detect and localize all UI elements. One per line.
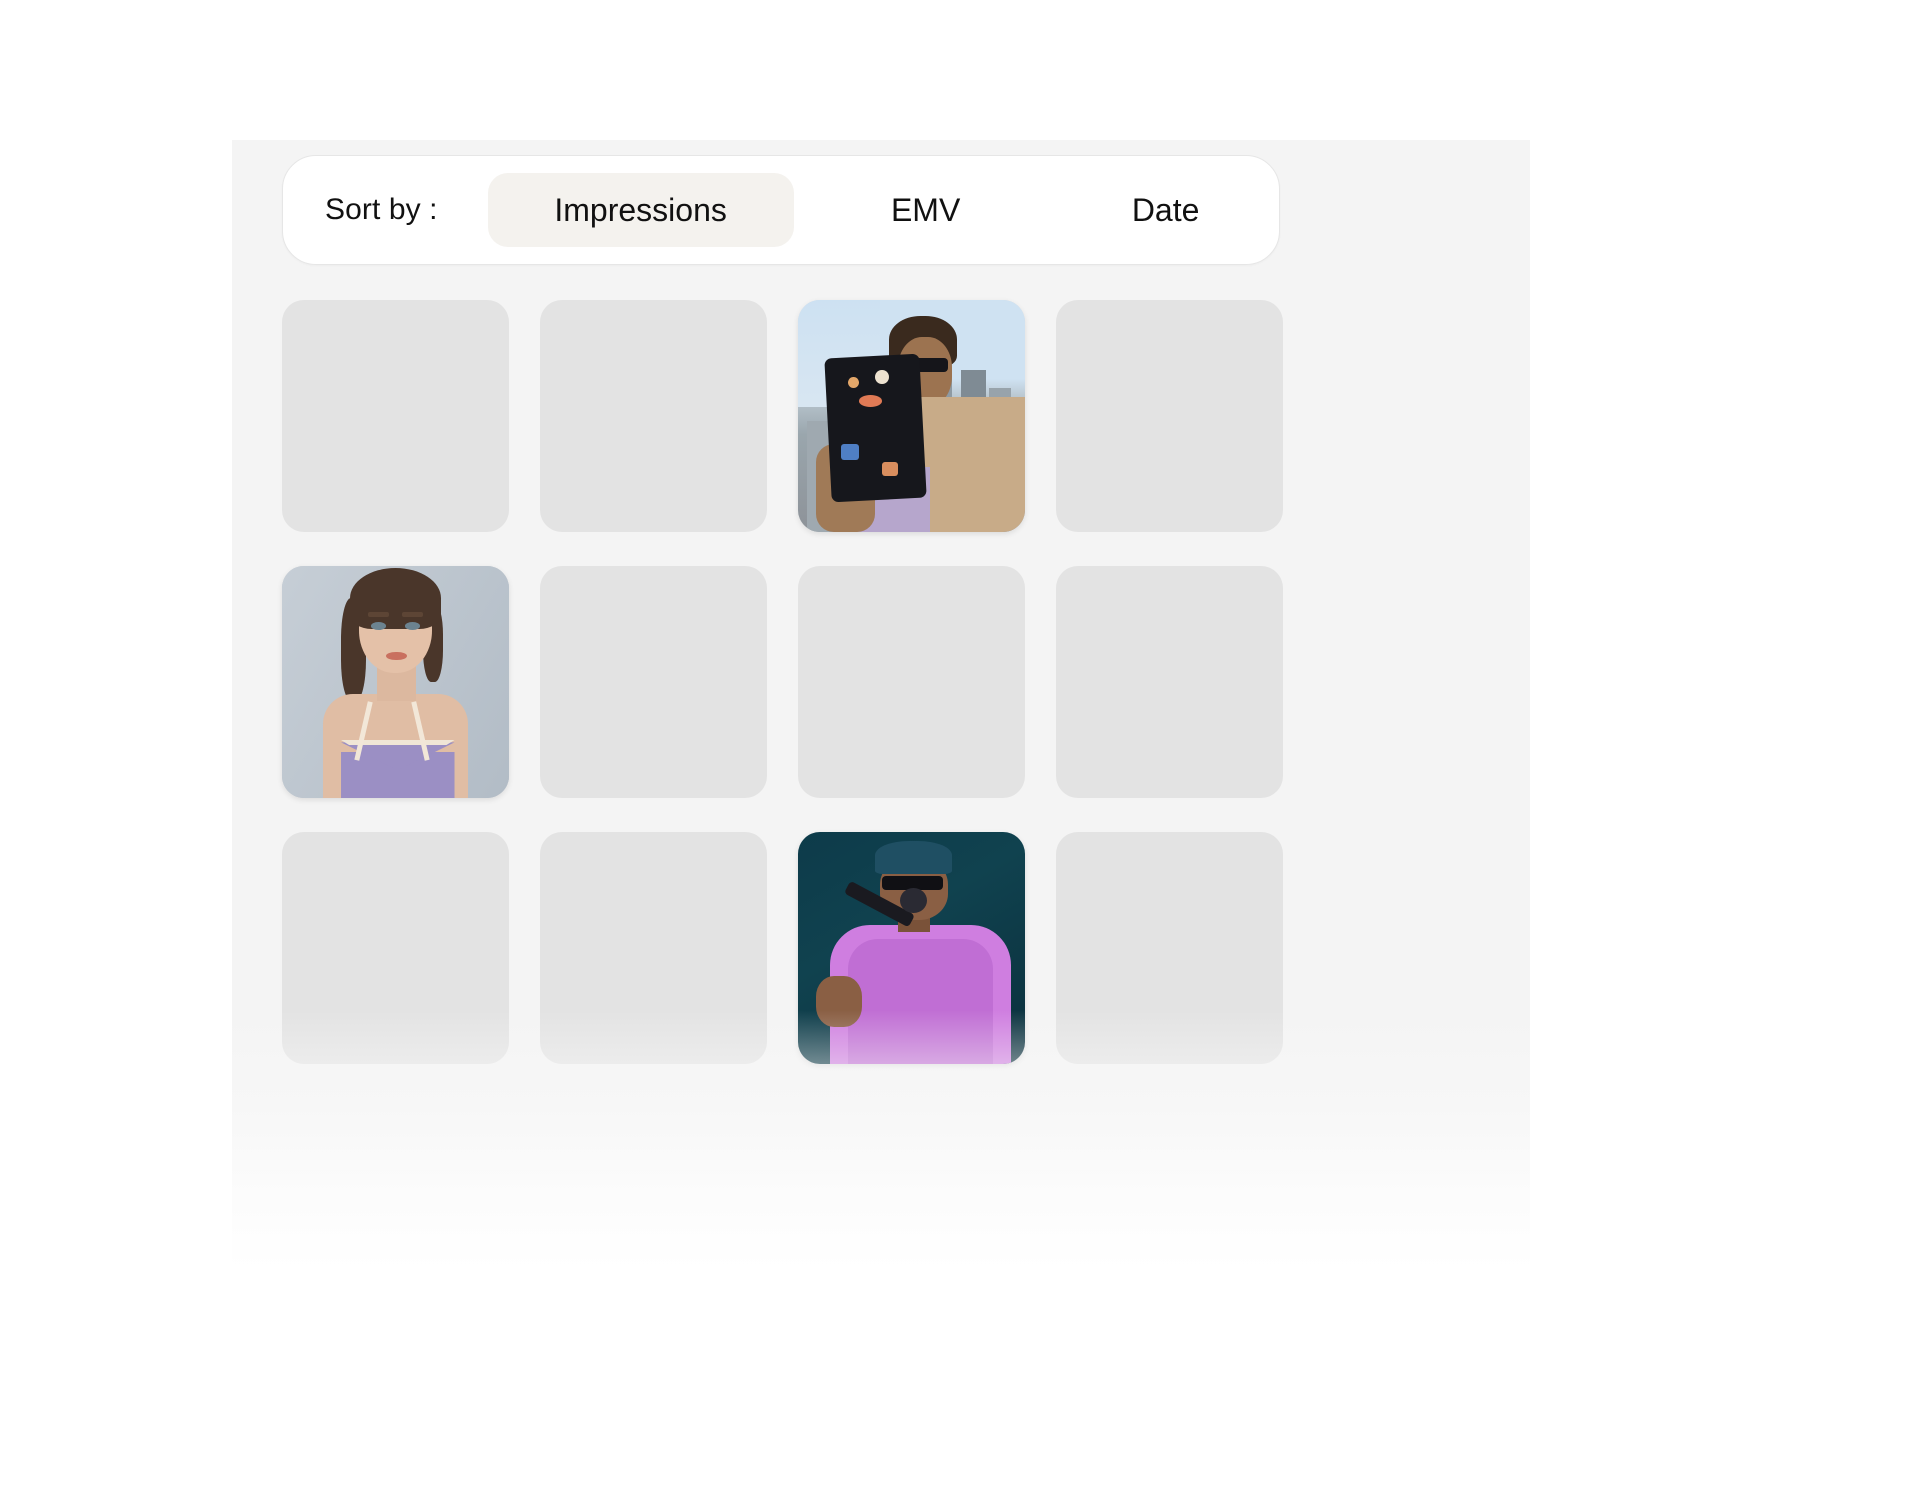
sticker-shape (859, 395, 882, 407)
media-card-placeholder[interactable] (540, 566, 767, 798)
person-eyebrow (368, 612, 389, 618)
media-card-photo-man-tablet[interactable] (798, 300, 1025, 532)
sticker-shape (881, 462, 898, 477)
media-card-photo-singer[interactable] (798, 832, 1025, 1064)
sticker-shape (841, 443, 860, 461)
person-eyebrow (402, 612, 423, 618)
person-lips (386, 651, 407, 661)
sort-bar: Sort by : Impressions EMV Date (282, 155, 1280, 265)
media-card-photo-woman-portrait[interactable] (282, 566, 509, 798)
photo-woman-portrait (282, 566, 509, 798)
sort-by-label: Sort by : (325, 193, 438, 226)
media-card-placeholder[interactable] (798, 566, 1025, 798)
sticker-shape (875, 369, 889, 384)
sort-option-impressions[interactable]: Impressions (487, 173, 794, 247)
photo-man-holding-tablet (798, 300, 1025, 532)
media-card-placeholder[interactable] (540, 300, 767, 532)
person-shirt-shadow (847, 938, 994, 1064)
media-card-placeholder[interactable] (1056, 300, 1283, 532)
sort-option-emv[interactable]: EMV (826, 173, 1026, 247)
media-grid (282, 300, 1284, 1064)
content-panel: Sort by : Impressions EMV Date (232, 140, 1530, 1270)
photo-singer-with-microphone (798, 832, 1025, 1064)
person-hand (816, 975, 862, 1027)
person-bandana (875, 841, 953, 874)
media-card-placeholder[interactable] (1056, 832, 1283, 1064)
sort-option-date[interactable]: Date (1066, 173, 1266, 247)
media-card-placeholder[interactable] (282, 300, 509, 532)
person-eye (370, 621, 387, 630)
media-card-placeholder[interactable] (540, 832, 767, 1064)
media-card-placeholder[interactable] (1056, 566, 1283, 798)
person-eye (404, 621, 421, 630)
person-hair (350, 568, 441, 629)
media-card-placeholder[interactable] (282, 832, 509, 1064)
